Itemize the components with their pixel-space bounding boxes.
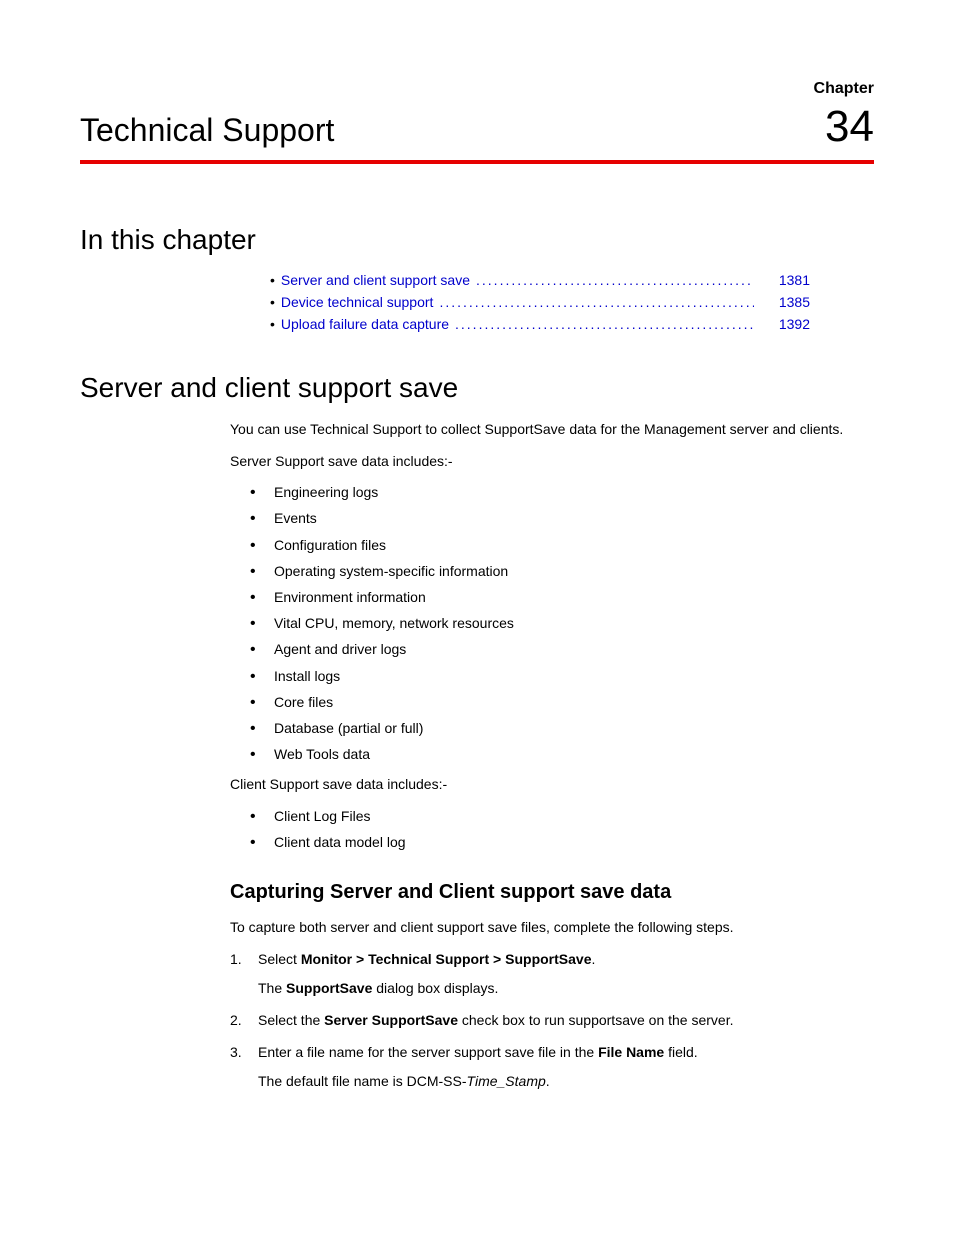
toc-item: • Upload failure data capture 1392: [270, 316, 810, 332]
steps-list: Select Monitor > Technical Support > Sup…: [230, 950, 874, 1092]
step-sub-suffix: dialog box displays.: [372, 980, 498, 996]
bullet-icon: •: [270, 294, 275, 310]
list-item: Operating system-specific information: [250, 562, 874, 580]
client-support-list: Client Log Files Client data model log: [250, 807, 874, 851]
variable-name: Time_Stamp: [467, 1073, 546, 1089]
step-text-suffix: check box to run supportsave on the serv…: [458, 1012, 734, 1028]
body-paragraph: You can use Technical Support to collect…: [230, 420, 874, 440]
body-paragraph: To capture both server and client suppor…: [230, 918, 874, 938]
list-item: Client Log Files: [250, 807, 874, 825]
list-item: Web Tools data: [250, 745, 874, 763]
step-item: Select Monitor > Technical Support > Sup…: [230, 950, 874, 999]
toc-link[interactable]: Upload failure data capture: [281, 316, 449, 332]
chapter-label: Chapter: [80, 80, 874, 98]
toc-item: • Server and client support save 1381: [270, 272, 810, 288]
list-item: Install logs: [250, 667, 874, 685]
toc-leader-dots: [455, 316, 754, 332]
list-item: Client data model log: [250, 833, 874, 851]
step-sub-prefix: The default file name is DCM-SS-: [258, 1073, 467, 1089]
dialog-name: SupportSave: [286, 980, 372, 996]
list-item: Configuration files: [250, 536, 874, 554]
subsection-heading-capturing: Capturing Server and Client support save…: [230, 881, 874, 904]
toc-leader-dots: [476, 272, 754, 288]
list-item: Events: [250, 509, 874, 527]
body-paragraph: Client Support save data includes:-: [230, 775, 874, 795]
section-heading-server-client-support: Server and client support save: [80, 372, 874, 404]
body-paragraph: Server Support save data includes:-: [230, 452, 874, 472]
step-item: Select the Server SupportSave check box …: [230, 1011, 874, 1031]
menu-path: Monitor > Technical Support > SupportSav…: [301, 951, 592, 967]
bullet-icon: •: [270, 316, 275, 332]
field-name: File Name: [598, 1044, 664, 1060]
list-item: Vital CPU, memory, network resources: [250, 614, 874, 632]
toc-link[interactable]: Server and client support save: [281, 272, 470, 288]
bullet-icon: •: [270, 272, 275, 288]
step-text-prefix: Select: [258, 951, 301, 967]
list-item: Environment information: [250, 588, 874, 606]
step-text-suffix: field.: [664, 1044, 697, 1060]
list-item: Engineering logs: [250, 483, 874, 501]
toc-link[interactable]: Device technical support: [281, 294, 434, 310]
step-text-prefix: Select the: [258, 1012, 324, 1028]
in-this-chapter-heading: In this chapter: [80, 224, 874, 256]
step-sub-prefix: The: [258, 980, 286, 996]
chapter-header: Technical Support 34: [80, 102, 874, 164]
step-text-prefix: Enter a file name for the server support…: [258, 1044, 598, 1060]
step-subtext: The SupportSave dialog box displays.: [258, 979, 874, 999]
chapter-number: 34: [825, 102, 874, 152]
step-item: Enter a file name for the server support…: [230, 1043, 874, 1092]
toc-item: • Device technical support 1385: [270, 294, 810, 310]
toc-page-number[interactable]: 1392: [760, 316, 810, 332]
list-item: Core files: [250, 693, 874, 711]
toc-page-number[interactable]: 1381: [760, 272, 810, 288]
step-subtext: The default file name is DCM-SS-Time_Sta…: [258, 1072, 874, 1092]
toc-list: • Server and client support save 1381 • …: [270, 272, 810, 332]
list-item: Agent and driver logs: [250, 640, 874, 658]
list-item: Database (partial or full): [250, 719, 874, 737]
toc-page-number[interactable]: 1385: [760, 294, 810, 310]
step-sub-suffix: .: [546, 1073, 550, 1089]
toc-leader-dots: [439, 294, 754, 310]
chapter-title: Technical Support: [80, 112, 334, 149]
checkbox-name: Server SupportSave: [324, 1012, 458, 1028]
step-text-suffix: .: [591, 951, 595, 967]
server-support-list: Engineering logs Events Configuration fi…: [250, 483, 874, 763]
